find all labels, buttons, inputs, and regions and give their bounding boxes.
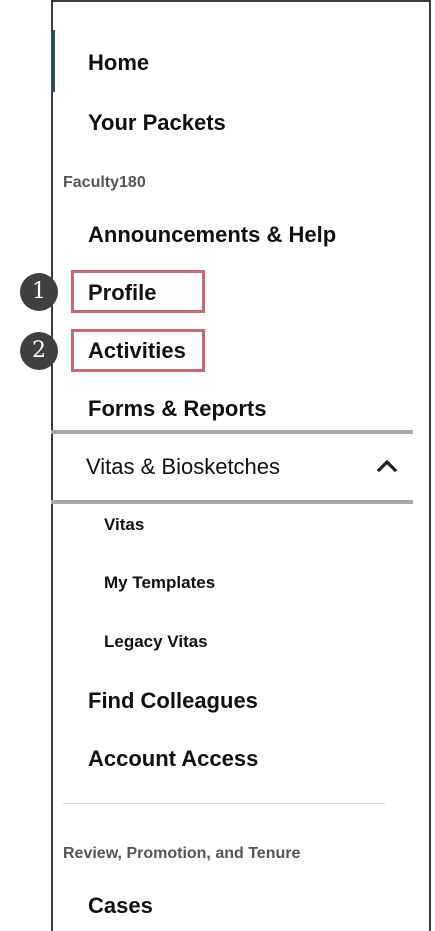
active-indicator	[51, 30, 55, 92]
callout-badge-2: 2	[20, 332, 58, 370]
nav-item-forms-reports[interactable]: Forms & Reports	[88, 396, 266, 422]
nav-item-home[interactable]: Home	[88, 50, 149, 76]
nav-item-profile[interactable]: Profile	[88, 280, 156, 306]
nav-group-vitas-biosketches[interactable]: Vitas & Biosketches	[51, 430, 413, 504]
chevron-up-icon[interactable]	[375, 454, 399, 478]
sub-item-my-templates[interactable]: My Templates	[104, 573, 215, 593]
nav-item-announcements-help[interactable]: Announcements & Help	[88, 222, 336, 248]
nav-item-cases[interactable]: Cases	[88, 893, 153, 919]
nav-group-label: Vitas & Biosketches	[86, 454, 281, 479]
nav-item-account-access[interactable]: Account Access	[88, 746, 258, 772]
callout-badge-1: 1	[20, 273, 58, 311]
page: Home Your Packets Faculty180 Announcemen…	[0, 0, 435, 931]
nav-item-find-colleagues[interactable]: Find Colleagues	[88, 688, 258, 714]
section-label-review-promotion-tenure: Review, Promotion, and Tenure	[63, 845, 301, 862]
sub-item-vitas[interactable]: Vitas	[104, 515, 144, 535]
nav-item-activities[interactable]: Activities	[88, 338, 186, 364]
section-label-faculty180: Faculty180	[63, 174, 146, 191]
nav-item-your-packets[interactable]: Your Packets	[88, 110, 226, 136]
sub-item-legacy-vitas[interactable]: Legacy Vitas	[104, 632, 208, 652]
divider	[63, 803, 385, 804]
